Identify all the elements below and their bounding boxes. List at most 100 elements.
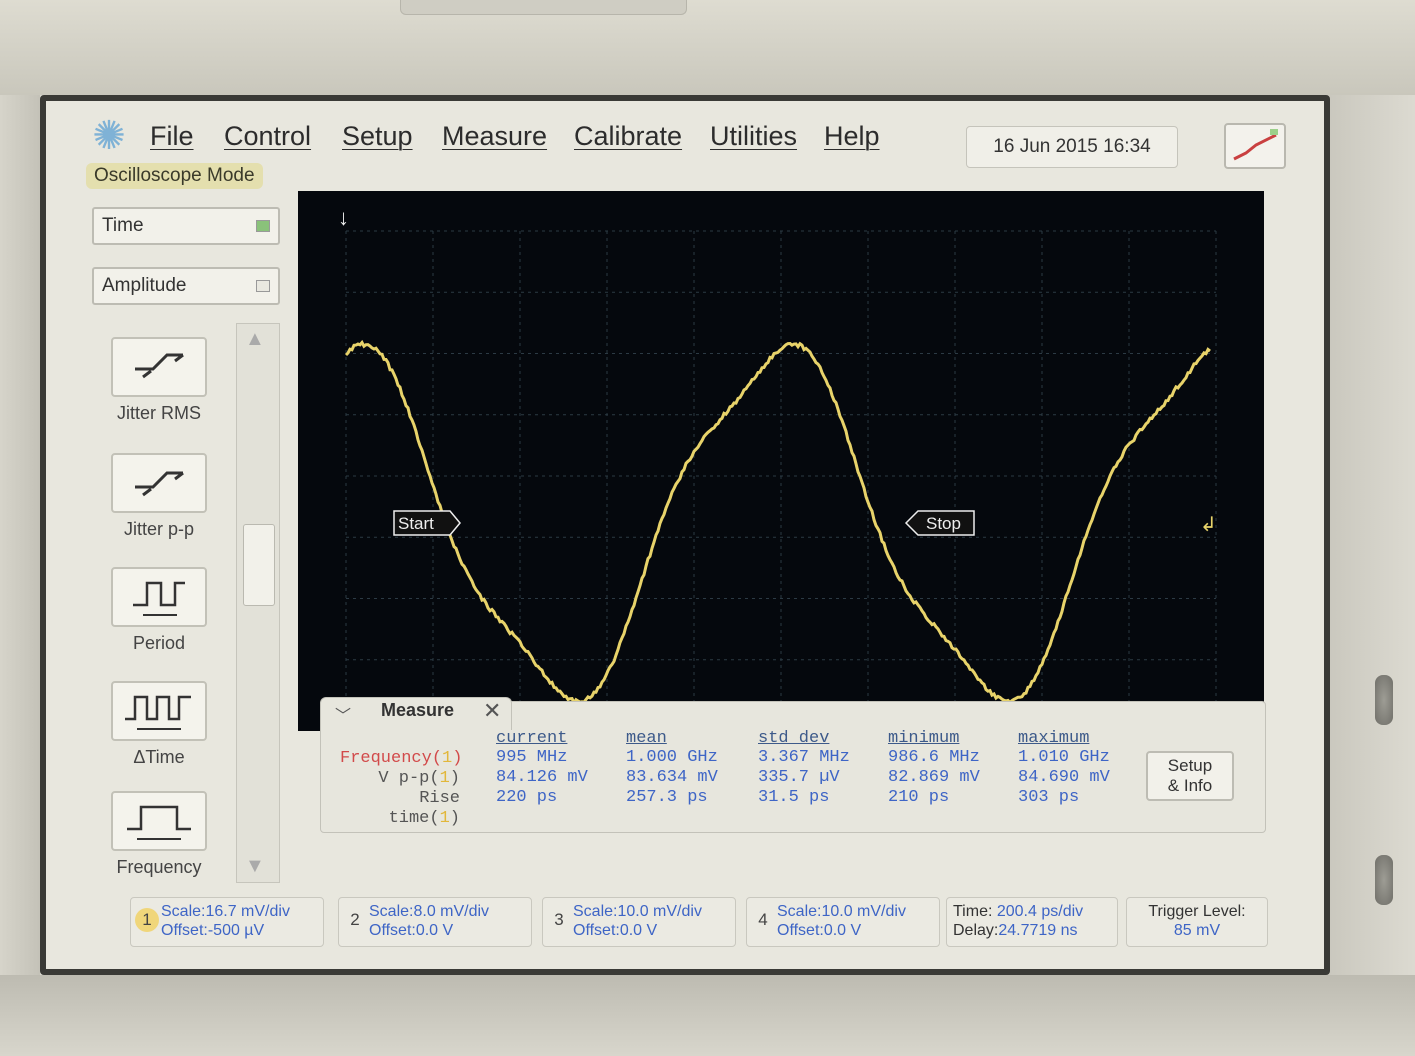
column-mean: mean 1.000 GHz 83.634 mV 257.3 ps — [626, 729, 718, 808]
row-label-frequency: Frequency(1) — [340, 749, 460, 769]
time-measure-tab[interactable]: Time — [92, 207, 280, 245]
timebase-settings[interactable]: Time: 200.4 ps/div Delay:24.7719 ns — [946, 897, 1118, 947]
menu-setup[interactable]: Setup — [342, 121, 413, 152]
scroll-down-icon[interactable]: ▼ — [245, 855, 265, 878]
scroll-thumb[interactable] — [243, 524, 275, 606]
jitter-pp-button[interactable]: Jitter p-p — [94, 453, 224, 563]
value-vpp-current: 84.126 mV — [496, 768, 588, 788]
palette-scrollbar[interactable]: ▲ ▼ — [236, 323, 280, 883]
channel-3-settings[interactable]: 3 Scale:10.0 mV/div Offset:0.0 V — [542, 897, 736, 947]
channel-3-badge: 3 — [547, 908, 571, 932]
value-rise-current: 220 ps — [496, 788, 588, 808]
channel-1-settings[interactable]: 1 Scale:16.7 mV/div Offset:-500 µV — [130, 897, 324, 947]
stop-marker[interactable]: Stop — [906, 511, 974, 535]
channel-4-badge: 4 — [751, 908, 775, 932]
waveform-display[interactable]: Start Stop ↓ ↲ — [298, 191, 1264, 731]
channel-2-badge: 2 — [343, 908, 367, 932]
channel-2-offset: Offset:0.0 V — [369, 921, 489, 940]
delta-time-label: ΔTime — [94, 747, 224, 768]
time-tab-label: Time — [102, 215, 144, 236]
start-marker-label: Start — [398, 514, 434, 533]
channel-1-ground-icon: ↲ — [1200, 514, 1217, 536]
instrument-bezel-top — [0, 0, 1415, 95]
measurement-palette: Jitter RMS Jitter p-p Period ΔTime Frequ… — [94, 321, 224, 881]
jitter-pp-icon — [111, 453, 207, 513]
value-rise-std-dev: 31.5 ps — [758, 788, 850, 808]
instrument-bezel-right — [1315, 95, 1415, 1056]
value-frequency-minimum: 986.6 MHz — [888, 748, 980, 768]
instrument-bezel-bottom — [0, 975, 1415, 1056]
value-rise-mean: 257.3 ps — [626, 788, 718, 808]
value-frequency-std-dev: 3.367 MHz — [758, 748, 850, 768]
frequency-label: Frequency — [94, 857, 224, 878]
channel-3-scale: Scale:10.0 mV/div — [573, 902, 702, 921]
period-button[interactable]: Period — [94, 567, 224, 677]
trigger-level-label: Trigger Level: — [1133, 902, 1261, 921]
menu-calibrate[interactable]: Calibrate — [574, 121, 682, 152]
instrument-bezel-left — [0, 95, 40, 1056]
setup-info-line2: & Info — [1148, 776, 1232, 796]
setup-info-button[interactable]: Setup & Info — [1146, 751, 1234, 801]
delta-time-button[interactable]: ΔTime — [94, 681, 224, 791]
channel-1-badge: 1 — [135, 908, 159, 932]
instrument-top-tab — [400, 0, 687, 15]
jitter-rms-icon — [111, 337, 207, 397]
channel-4-settings[interactable]: 4 Scale:10.0 mV/div Offset:0.0 V — [746, 897, 940, 947]
frequency-button[interactable]: Frequency — [94, 791, 224, 901]
setup-info-line1: Setup — [1148, 756, 1232, 776]
oscilloscope-mode-label: Oscilloscope Mode — [86, 163, 263, 189]
channel-2-scale: Scale:8.0 mV/div — [369, 902, 489, 921]
value-vpp-mean: 83.634 mV — [626, 768, 718, 788]
jitter-rms-button[interactable]: Jitter RMS — [94, 337, 224, 447]
period-icon — [111, 567, 207, 627]
channel-3-offset: Offset:0.0 V — [573, 921, 702, 940]
autoscale-button[interactable] — [1224, 123, 1286, 169]
value-rise-minimum: 210 ps — [888, 788, 980, 808]
delay-value: 24.7719 ns — [998, 922, 1077, 939]
amplitude-tab-indicator-icon — [256, 280, 270, 292]
front-panel-knob[interactable] — [1375, 855, 1393, 905]
status-bar: 1 Scale:16.7 mV/div Offset:-500 µV 2 Sca… — [46, 897, 1324, 957]
value-vpp-maximum: 84.690 mV — [1018, 768, 1110, 788]
column-header-std-dev: std dev — [758, 729, 850, 748]
menu-measure[interactable]: Measure — [442, 121, 547, 152]
column-std-dev: std dev 3.367 MHz 335.7 µV 31.5 ps — [758, 729, 850, 808]
value-frequency-current: 995 MHz — [496, 748, 588, 768]
amplitude-measure-tab[interactable]: Amplitude — [92, 267, 280, 305]
period-label: Period — [94, 633, 224, 654]
value-frequency-maximum: 1.010 GHz — [1018, 748, 1110, 768]
menu-file[interactable]: File — [150, 121, 194, 152]
column-header-minimum: minimum — [888, 729, 980, 748]
frequency-icon — [111, 791, 207, 851]
menu-utilities[interactable]: Utilities — [710, 121, 797, 152]
date-time-display: 16 Jun 2015 16:34 — [966, 126, 1178, 168]
channel-2-settings[interactable]: 2 Scale:8.0 mV/div Offset:0.0 V — [338, 897, 532, 947]
scroll-up-icon[interactable]: ▲ — [245, 328, 265, 351]
time-label: Time: — [953, 903, 992, 920]
delta-time-icon — [111, 681, 207, 741]
start-marker[interactable]: Start — [394, 511, 460, 535]
row-label-vpp: V p-p(1) — [340, 769, 460, 789]
sparkle-logo-icon[interactable]: ✺ — [86, 113, 132, 159]
column-header-current: current — [496, 729, 588, 748]
menu-help[interactable]: Help — [824, 121, 880, 152]
trigger-level-value: 85 mV — [1133, 921, 1261, 940]
trigger-settings[interactable]: Trigger Level: 85 mV — [1126, 897, 1268, 947]
menu-control[interactable]: Control — [224, 121, 311, 152]
front-panel-knob[interactable] — [1375, 675, 1393, 725]
measure-panel-tab[interactable]: ﹀ Measure ✕ — [320, 697, 512, 730]
measure-panel-title: Measure — [381, 700, 454, 721]
channel-4-scale: Scale:10.0 mV/div — [777, 902, 906, 921]
channel-1-trace — [346, 343, 1210, 703]
autoscale-icon — [1226, 125, 1284, 167]
column-current: current 995 MHz 84.126 mV 220 ps — [496, 729, 588, 808]
column-header-maximum: maximum — [1018, 729, 1110, 748]
time-tab-indicator-icon — [256, 220, 270, 232]
menu-bar: ✺ File Control Setup Measure Calibrate U… — [46, 101, 1324, 191]
time-per-div: 200.4 ps/div — [997, 903, 1083, 920]
amplitude-tab-label: Amplitude — [102, 275, 187, 296]
collapse-chevron-icon[interactable]: ﹀ — [335, 702, 351, 726]
close-icon[interactable]: ✕ — [483, 698, 501, 724]
column-minimum: minimum 986.6 MHz 82.869 mV 210 ps — [888, 729, 980, 808]
column-header-mean: mean — [626, 729, 718, 748]
